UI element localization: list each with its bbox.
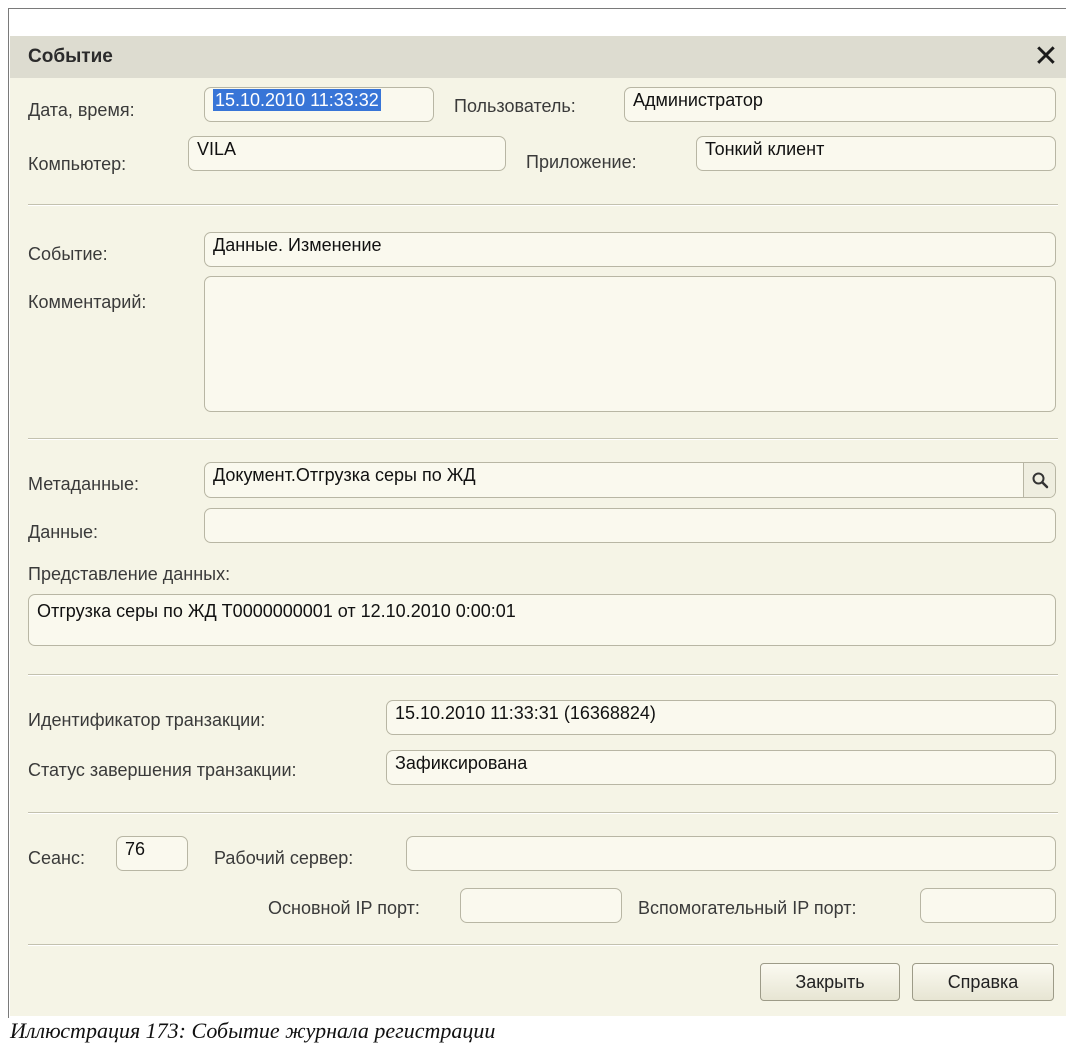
figure-caption: Иллюстрация 173: Событие журнала регистр…: [10, 1018, 496, 1043]
user-label: Пользователь:: [454, 96, 576, 116]
page-frame-left: [8, 8, 9, 1018]
datetime-value: 15.10.2010 11:33:32: [213, 89, 381, 111]
aux-ip-port-field[interactable]: [920, 888, 1056, 923]
data-label: Данные:: [28, 522, 99, 542]
separator-highlight: [28, 675, 1058, 676]
metadata-label: Метаданные:: [28, 474, 140, 494]
close-icon[interactable]: ✕: [1026, 38, 1066, 76]
transaction-id-label: Идентификатор транзакции:: [28, 710, 266, 730]
separator-highlight: [28, 813, 1058, 814]
user-field[interactable]: Администратор: [624, 87, 1056, 122]
transaction-status-label: Статус завершения транзакции:: [28, 760, 297, 780]
separator-highlight: [28, 945, 1058, 946]
main-ip-port-label: Основной IP порт:: [268, 898, 420, 918]
event-field[interactable]: Данные. Изменение: [204, 232, 1056, 267]
aux-ip-port-label: Вспомогательный IP порт:: [638, 898, 857, 918]
session-label: Сеанс:: [28, 848, 85, 868]
metadata-field[interactable]: Документ.Отгрузка серы по ЖД: [204, 462, 1056, 498]
transaction-status-field[interactable]: Зафиксирована: [386, 750, 1056, 785]
separator-highlight: [28, 439, 1058, 440]
datetime-label: Дата, время:: [28, 100, 135, 120]
data-repr-field[interactable]: Отгрузка серы по ЖД Т0000000001 от 12.10…: [28, 594, 1056, 646]
session-field[interactable]: 76: [116, 836, 188, 871]
comment-field[interactable]: [204, 276, 1056, 412]
data-field[interactable]: [204, 508, 1056, 543]
app-label: Приложение:: [526, 152, 637, 172]
computer-field[interactable]: VILA: [188, 136, 506, 171]
page-frame-top: [8, 8, 1066, 9]
dialog-title: Событие: [28, 46, 113, 67]
transaction-id-field[interactable]: 15.10.2010 11:33:31 (16368824): [386, 700, 1056, 735]
dialog-titlebar: Событие ✕: [10, 36, 1066, 78]
event-label: Событие:: [28, 244, 108, 264]
event-dialog: Событие ✕ Дата, время: 15.10.2010 11:33:…: [10, 36, 1066, 1016]
metadata-value: Документ.Отгрузка серы по ЖД: [213, 465, 476, 485]
main-ip-port-field[interactable]: [460, 888, 622, 923]
close-button[interactable]: Закрыть: [760, 963, 900, 1001]
data-repr-label: Представление данных:: [28, 564, 231, 584]
work-server-field[interactable]: [406, 836, 1056, 871]
help-button[interactable]: Справка: [912, 963, 1054, 1001]
separator-highlight: [28, 205, 1058, 206]
work-server-label: Рабочий сервер:: [214, 848, 354, 868]
comment-label: Комментарий:: [28, 292, 147, 312]
search-icon[interactable]: [1023, 463, 1055, 497]
computer-label: Компьютер:: [28, 154, 127, 174]
app-field[interactable]: Тонкий клиент: [696, 136, 1056, 171]
datetime-field[interactable]: 15.10.2010 11:33:32: [204, 87, 434, 122]
